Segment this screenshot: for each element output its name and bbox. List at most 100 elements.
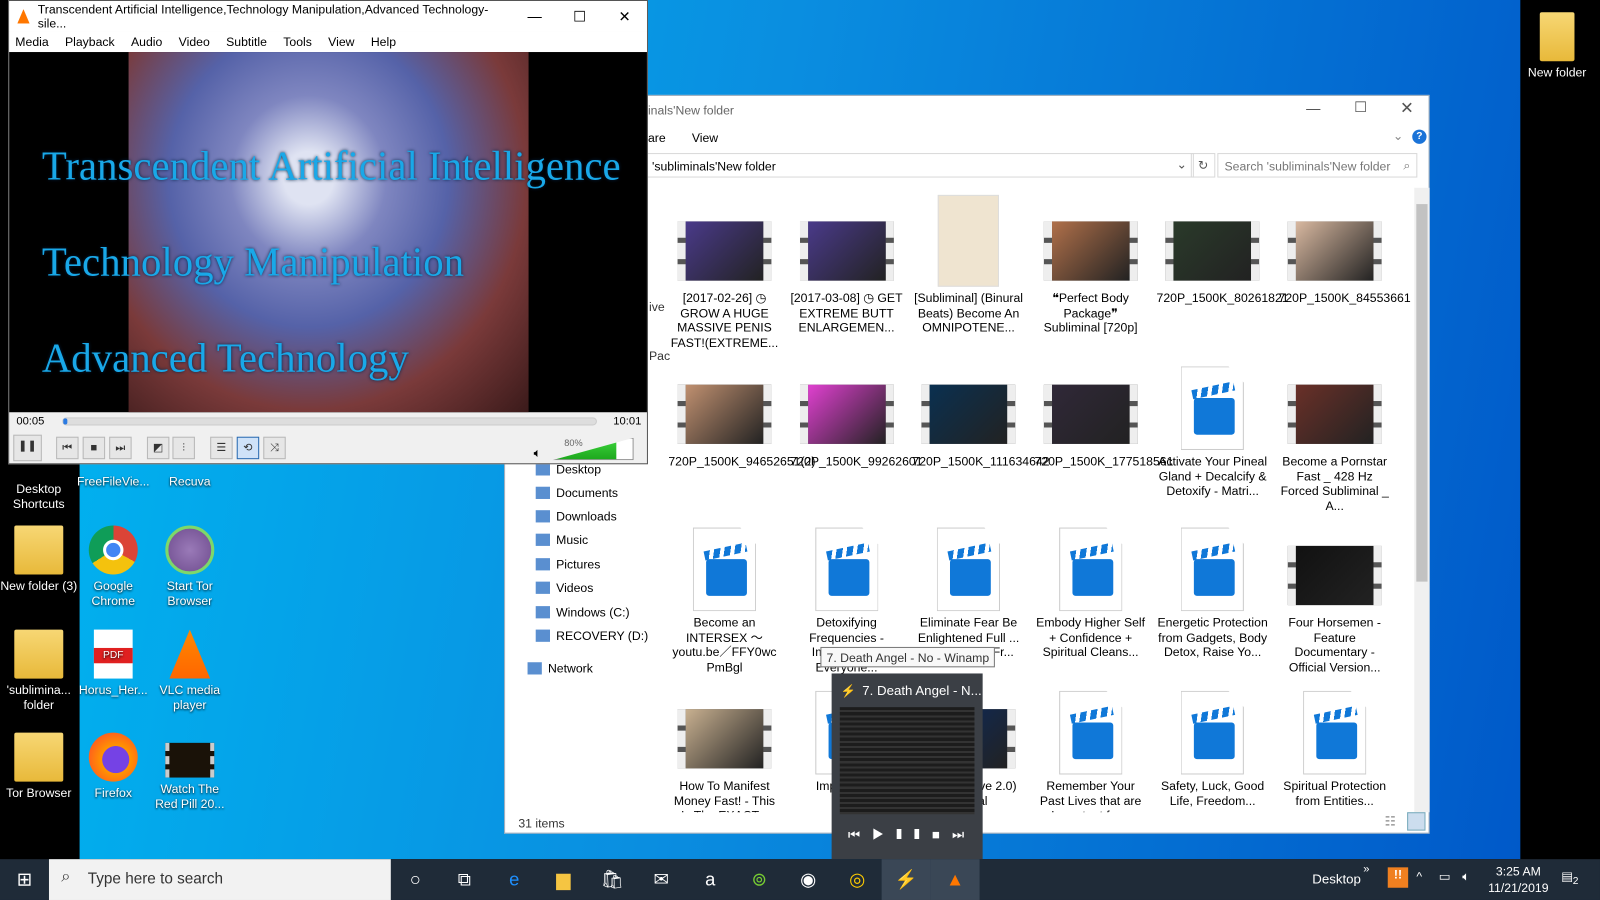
details-view-icon[interactable]: ☷	[1385, 814, 1396, 828]
minimize-button[interactable]: —	[512, 8, 557, 24]
file-item[interactable]: [2017-03-08] ◷ GET EXTREME BUTT ENLARGEM…	[790, 193, 903, 336]
nav-item-downloads[interactable]: Downloads	[535, 509, 617, 523]
file-item[interactable]: Eliminate Fear Be Enlightened Full ... S…	[912, 517, 1024, 660]
desktop-icon-google-chrome[interactable]: Google Chrome	[74, 525, 152, 610]
taskbar-search-input[interactable]: ⌕ Type here to search	[48, 859, 391, 900]
file-item[interactable]: 720P_1500K_111634642	[912, 356, 1050, 469]
desktop-icon-horus-pdf[interactable]: PDF Horus_Her...	[74, 629, 152, 698]
refresh-icon[interactable]: ↻	[1190, 153, 1216, 178]
close-button[interactable]: ✕	[1400, 98, 1414, 118]
mail-icon[interactable]: ✉	[637, 859, 686, 900]
ribbon-expand-icon[interactable]: ⌄	[1393, 129, 1403, 143]
file-item[interactable]: Spiritual Protection from Entities...	[1279, 681, 1391, 809]
scrollbar-thumb[interactable]	[1416, 204, 1428, 582]
desktop-icon-recuva[interactable]: Recuva	[151, 474, 229, 489]
menu-view[interactable]: View	[328, 35, 354, 49]
nav-item-documents[interactable]: Documents	[535, 486, 618, 500]
network-icon[interactable]: ▭	[1439, 869, 1451, 883]
store-icon[interactable]: 🛍︎	[588, 859, 637, 900]
playlist-button[interactable]: ☰	[210, 436, 233, 460]
seek-bar[interactable]	[62, 417, 597, 426]
desktop-icon-vlc[interactable]: VLC media player	[151, 629, 229, 714]
file-item[interactable]: 720P_1500K_80261821	[1157, 193, 1289, 306]
task-view-icon[interactable]: ⧉	[440, 859, 489, 900]
winamp-thumbnail-preview[interactable]: ⚡ 7. Death Angel - N... ⏮▶❚❚■⏭	[831, 673, 983, 860]
tripadvisor-icon[interactable]: ⊚	[735, 859, 784, 900]
nav-item-partial[interactable]: ive	[649, 300, 665, 314]
file-item[interactable]: Remember Your Past Lives that are Import…	[1034, 681, 1146, 812]
file-item[interactable]: Safety, Luck, Good Life, Freedom...	[1157, 681, 1269, 809]
desktop-icon-red-pill-video[interactable]: Watch The Red Pill 20...	[151, 733, 229, 813]
desktop-icon-subliminals-folder[interactable]: 'sublimina... folder	[0, 629, 78, 714]
loop-button[interactable]: ⟲	[236, 436, 260, 460]
file-item[interactable]: Embody Higher Self + Confidence + Spirit…	[1034, 517, 1146, 660]
desktop-icon-new-folder[interactable]: New folder	[1518, 12, 1596, 80]
vertical-scrollbar[interactable]	[1414, 187, 1430, 813]
next-button[interactable]: ⏭	[109, 436, 132, 460]
address-dropdown-icon[interactable]: ⌄	[1176, 157, 1186, 171]
ribbon-tab-view[interactable]: View	[692, 131, 718, 145]
start-button[interactable]: ⊞	[0, 859, 49, 900]
winamp-taskbar-icon[interactable]: ⚡	[881, 859, 931, 900]
file-item[interactable]: Become a Pornstar Fast _ 428 Hz Forced S…	[1279, 356, 1391, 514]
stop-button[interactable]: ■	[82, 436, 106, 460]
desktop-icon-start-tor-browser[interactable]: Start Tor Browser	[151, 525, 229, 610]
video-area[interactable]: Transcendent Artificial Intelligence Tec…	[9, 52, 647, 413]
clock[interactable]: 3:25 AM 11/21/2019	[1485, 863, 1552, 896]
tray-app-icon[interactable]: !!	[1387, 867, 1409, 888]
nav-item-desktop[interactable]: Desktop	[535, 462, 601, 477]
previous-button[interactable]: ⏮	[56, 436, 79, 460]
paint-app-icon[interactable]: ◎	[833, 859, 882, 900]
amazon-icon[interactable]: a	[686, 859, 735, 900]
help-icon[interactable]: ?	[1412, 129, 1427, 144]
ribbon-tab-share[interactable]: are	[648, 131, 666, 145]
volume-icon[interactable]: 🔈︎	[1462, 869, 1469, 884]
file-item[interactable]: 720P_1500K_84553661	[1279, 193, 1411, 306]
show-hidden-icons-icon[interactable]: ^	[1416, 869, 1422, 883]
file-explorer-icon[interactable]: ▆	[539, 859, 588, 900]
menu-media[interactable]: Media	[15, 35, 48, 49]
maximize-button[interactable]: ☐	[1354, 99, 1367, 116]
close-button[interactable]: ✕	[602, 8, 647, 25]
desktop-icon-new-folder-3[interactable]: New folder (3)	[0, 525, 78, 594]
stop-button[interactable]: ■	[932, 827, 952, 842]
menu-subtitle[interactable]: Subtitle	[226, 35, 267, 49]
notifications-icon[interactable]: ▤2	[1561, 869, 1578, 887]
pause-button[interactable]: ❚❚	[896, 827, 932, 842]
file-item[interactable]: Become an INTERSEX ～ youtu.be／FFY0wc PmB…	[668, 517, 780, 675]
toolbar-expand-icon[interactable]: »	[1363, 863, 1369, 875]
large-icons-view-icon[interactable]	[1407, 812, 1426, 831]
shuffle-button[interactable]: ⤨	[263, 436, 286, 460]
maximize-button[interactable]: ☐	[557, 8, 602, 25]
desktop-toolbar-label[interactable]: Desktop	[1312, 871, 1361, 886]
file-item[interactable]: Four Horsemen - Feature Documentary - Of…	[1279, 517, 1391, 675]
file-item[interactable]: 720P_1500K_94652651(2)	[668, 356, 815, 469]
nav-item-recovery-d-[interactable]: RECOVERY (D:)	[535, 629, 648, 643]
cortana-icon[interactable]: ○	[391, 859, 440, 900]
extended-settings-button[interactable]: ⫶	[172, 436, 195, 460]
file-item[interactable]: [Subliminal] (Binural Beats) Become An O…	[912, 193, 1024, 336]
file-item[interactable]: ❝Perfect Body Package❞ Subliminal [720p]	[1034, 193, 1146, 336]
menu-audio[interactable]: Audio	[131, 35, 162, 49]
nav-item-network[interactable]: Network	[527, 661, 593, 676]
menu-video[interactable]: Video	[179, 35, 210, 49]
nav-item-music[interactable]: Music	[535, 533, 588, 547]
vlc-taskbar-icon[interactable]: ▲	[930, 859, 980, 900]
next-button[interactable]: ⏭	[952, 827, 976, 842]
file-item[interactable]: 720P_1500K_99262601	[790, 356, 923, 469]
file-item[interactable]: 720P_1500K_177518561	[1034, 356, 1173, 469]
play-button[interactable]: ▶	[872, 827, 896, 842]
previous-button[interactable]: ⏮	[848, 827, 872, 842]
speaker-icon[interactable]: 🔈︎	[534, 446, 541, 461]
search-input[interactable]: Search 'subliminals'New folder ⌕	[1217, 153, 1418, 178]
minimize-button[interactable]: —	[1306, 100, 1320, 116]
menu-help[interactable]: Help	[371, 35, 396, 49]
pause-button[interactable]: ❚❚	[13, 434, 42, 462]
nav-item-windows-c-[interactable]: Windows (C:)	[535, 605, 630, 619]
nav-item-pictures[interactable]: Pictures	[535, 557, 600, 571]
file-item[interactable]: How To Manifest Money Fast! - This Is Th…	[668, 681, 780, 812]
nav-item-partial[interactable]: Pac	[649, 349, 670, 363]
desktop-icon-firefox[interactable]: Firefox	[74, 732, 152, 801]
camera-app-icon[interactable]: ◉	[784, 859, 833, 900]
desktop-icon-freefileviewer[interactable]: FreeFileVie...	[74, 474, 152, 489]
